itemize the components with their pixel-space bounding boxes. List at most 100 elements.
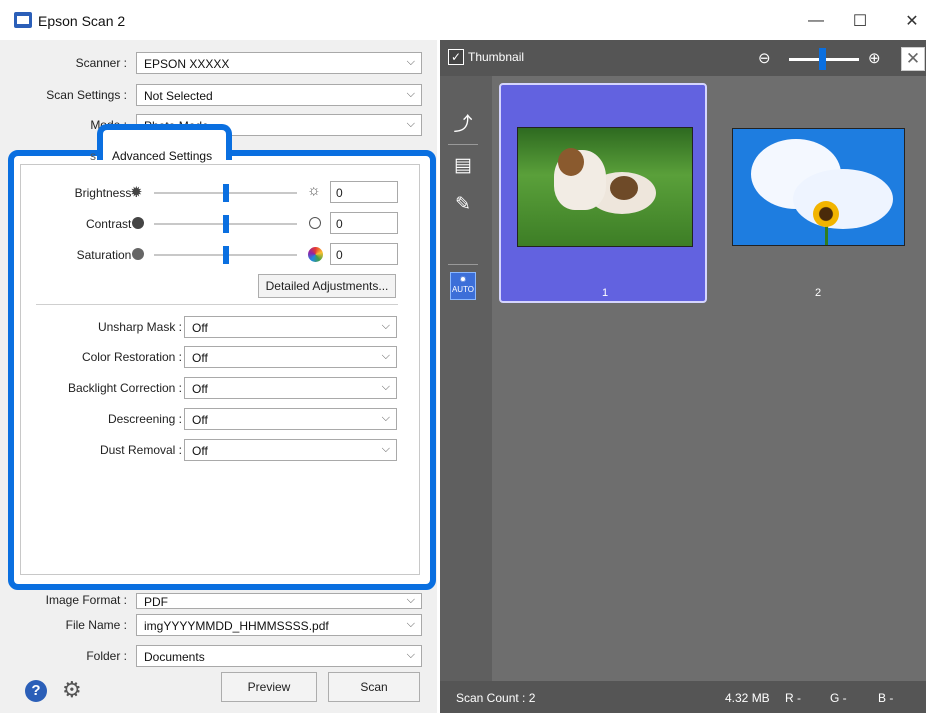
close-window-button[interactable]: ✕ [892,8,926,34]
chevron-down-icon: ⌵ [381,443,390,455]
preview-tools: ⤴ ▤ ✎ ✹ AUTO [440,76,492,681]
detailed-adjustments-button[interactable]: Detailed Adjustments... [258,274,396,298]
dust-removal-label: Dust Removal : [99,443,182,457]
zoom-in-icon[interactable]: ⊕ [868,49,881,67]
sunflower-photo-thumbnail[interactable] [732,128,905,246]
preview-panel: ✓ Thumbnail ⊖ ⊕ ✕ ⤴ ▤ ✎ ✹ AUTO 1 2 Scan C… [440,40,926,713]
thumbnail-label: Thumbnail [468,50,525,64]
file-name-value: imgYYYYMMDD_HHMMSSSS.pdf [144,619,329,633]
folder-select[interactable]: Documents ⌵ [136,645,422,667]
chevron-down-icon: ⌵ [381,412,390,424]
contrast-slider-thumb[interactable] [223,215,229,233]
chevron-down-icon: ⌵ [381,381,390,393]
saturation-low-icon [132,248,144,260]
chevron-down-icon: ⌵ [406,649,415,661]
contrast-low-icon [309,217,321,229]
auto-correct-icon[interactable]: ✹ AUTO [450,272,476,300]
document-icon[interactable]: ▤ [449,152,477,180]
chevron-down-icon: ⌵ [406,56,415,68]
divider [36,304,398,305]
image-format-select[interactable]: PDF ⌵ [136,593,422,609]
rotate-icon[interactable]: ⤴ [449,111,477,139]
unsharp-mask-label: Unsharp Mask : [97,320,182,334]
thumbnail-1-number: 1 [602,287,609,299]
help-icon[interactable]: ? [25,680,47,702]
chevron-down-icon: ⌵ [381,320,390,332]
status-bar: Scan Count : 2 4.32 MB R - G - B - [440,681,926,713]
maximize-button[interactable]: ☐ [840,8,880,34]
brightness-slider-thumb[interactable] [223,184,229,202]
green-value: G - [830,691,847,705]
color-wheel-icon [308,247,323,262]
preview-toolbar: ✓ Thumbnail ⊖ ⊕ ✕ [440,40,926,76]
backlight-correction-row: Backlight Correction : Off ⌵ [20,377,420,399]
image-format-row: Image Format : PDF ⌵ [0,593,437,615]
brightness-value: 0 [336,186,343,200]
red-value: R - [785,691,801,705]
descreening-label: Descreening : [107,412,182,426]
sky-photo-detail [793,169,893,229]
divider [448,264,478,265]
scanner-select[interactable]: EPSON XXXXX ⌵ [136,52,422,74]
saturation-slider-thumb[interactable] [223,246,229,264]
tab-advanced-settings-label[interactable]: Advanced Settings [112,149,212,163]
saturation-value: 0 [336,248,343,262]
scan-settings-value: Not Selected [144,89,213,103]
saturation-label: Saturation : [76,248,138,262]
window-title: Epson Scan 2 [38,13,126,29]
thumbnail-checkbox[interactable]: ✓ [448,49,464,65]
backlight-correction-select[interactable]: Off ⌵ [184,377,397,399]
sun-light-icon: ☼ [307,182,321,199]
color-restoration-value: Off [192,351,208,365]
saturation-row: Saturation : 0 [20,243,420,267]
contrast-value: 0 [336,217,343,231]
dog-photo-detail [558,148,584,176]
backlight-correction-label: Backlight Correction : [67,381,182,395]
edit-document-icon[interactable]: ✎ [449,191,477,219]
descreening-select[interactable]: Off ⌵ [184,408,397,430]
chevron-down-icon: ⌵ [406,118,415,130]
descreening-row: Descreening : Off ⌵ [20,408,420,430]
backlight-correction-value: Off [192,382,208,396]
minimize-button[interactable]: — [796,8,836,34]
brightness-input[interactable]: 0 [330,181,398,203]
chevron-down-icon: ⌵ [381,350,390,362]
color-restoration-row: Color Restoration : Off ⌵ [20,346,420,368]
folder-value: Documents [144,650,205,664]
scan-settings-label: Scan Settings : [46,88,127,102]
contrast-input[interactable]: 0 [330,212,398,234]
file-name-row: File Name : imgYYYYMMDD_HHMMSSSS.pdf ⌵ [0,614,437,636]
file-name-select[interactable]: imgYYYYMMDD_HHMMSSSS.pdf ⌵ [136,614,422,636]
sun-dark-icon: ✹ [130,184,143,201]
scanner-value: EPSON XXXXX [144,57,230,71]
unsharp-mask-select[interactable]: Off ⌵ [184,316,397,338]
title-bar: Epson Scan 2 — ☐ ✕ [0,0,926,40]
scanner-label: Scanner : [75,56,127,70]
color-restoration-label: Color Restoration : [81,350,182,364]
chevron-down-icon: ⌵ [406,594,415,606]
unsharp-mask-value: Off [192,321,208,335]
scanner-row: Scanner : EPSON XXXXX ⌵ [0,52,437,74]
file-size: 4.32 MB [725,691,770,705]
sky-photo-detail [825,225,828,245]
scan-button[interactable]: Scan [328,672,420,702]
chevron-down-icon: ⌵ [406,618,415,630]
preview-button[interactable]: Preview [221,672,317,702]
scan-settings-select[interactable]: Not Selected ⌵ [136,84,422,106]
gear-icon[interactable]: ⚙ [62,678,82,702]
saturation-input[interactable]: 0 [330,243,398,265]
contrast-label: Contrast : [85,217,138,231]
dog-photo-thumbnail[interactable] [517,127,693,247]
blue-value: B - [878,691,894,705]
dust-removal-select[interactable]: Off ⌵ [184,439,397,461]
color-restoration-select[interactable]: Off ⌵ [184,346,397,368]
scan-settings-row: Scan Settings : Not Selected ⌵ [0,84,437,106]
thumbnail-2-number: 2 [815,287,822,299]
image-format-label: Image Format : [45,593,127,607]
close-preview-icon[interactable]: ✕ [901,47,925,71]
descreening-value: Off [192,413,208,427]
tab-main-settings[interactable]: s [90,149,96,163]
app-icon [14,12,32,28]
zoom-out-icon[interactable]: ⊖ [758,49,771,67]
zoom-slider-thumb[interactable] [819,48,826,70]
